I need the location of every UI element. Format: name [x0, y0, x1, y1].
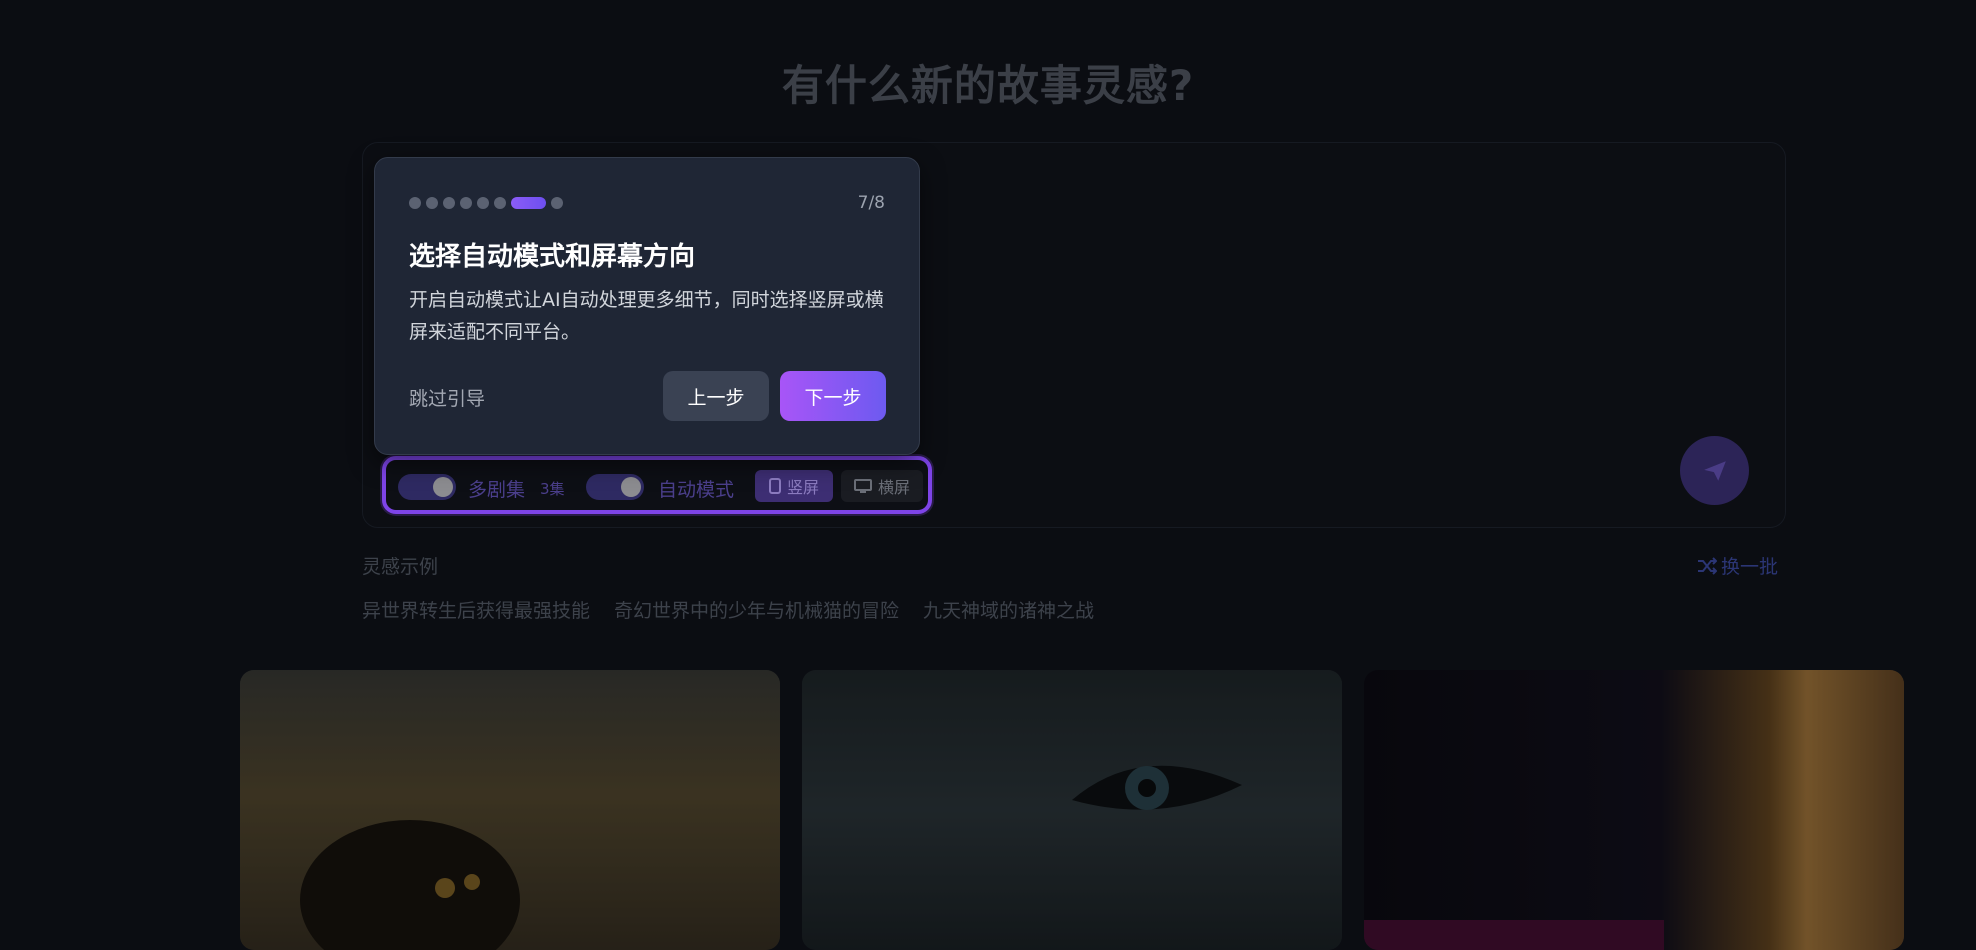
inspiration-examples: 异世界转生后获得最强技能 奇幻世界中的少年与机械猫的冒险 九天神域的诸神之战 [362, 596, 1094, 623]
step-dot [460, 197, 472, 209]
options-row: 多剧集 3集 自动模式 竖屏 横屏 [386, 460, 928, 510]
inspiration-example[interactable]: 奇幻世界中的少年与机械猫的冒险 [614, 596, 899, 623]
story-card[interactable] [1364, 670, 1904, 950]
card-overlay [240, 670, 780, 950]
tour-description: 开启自动模式让AI自动处理更多细节，同时选择竖屏或横屏来适配不同平台。 [409, 289, 884, 343]
episode-count[interactable]: 3集 [540, 478, 565, 499]
step-dot [494, 197, 506, 209]
step-dot [551, 197, 563, 209]
auto-mode-label: 自动模式 [658, 479, 735, 501]
onboarding-popover: 7/8 选择自动模式和屏幕方向 开启自动模式让AI自动处理更多细节，同时选择竖屏… [374, 157, 920, 455]
landscape-label: 横屏 [877, 478, 910, 497]
landscape-button[interactable]: 横屏 [841, 470, 923, 502]
step-dot [443, 197, 455, 209]
step-dot [426, 197, 438, 209]
shuffle-icon [1698, 556, 1717, 575]
inspiration-example[interactable]: 九天神域的诸神之战 [923, 596, 1094, 623]
send-icon [1703, 460, 1726, 481]
step-dot [409, 197, 421, 209]
multi-episode-toggle[interactable] [398, 474, 456, 500]
step-dot-active [511, 197, 546, 209]
skip-tour-link[interactable]: 跳过引导 [409, 384, 485, 411]
card-overlay [1364, 670, 1904, 950]
toggle-knob [621, 477, 641, 497]
shuffle-button[interactable]: 换一批 [1697, 552, 1778, 579]
options-bar-highlight: 多剧集 3集 自动模式 竖屏 横屏 [382, 456, 932, 514]
phone-icon [768, 478, 781, 494]
story-card[interactable] [802, 670, 1342, 950]
step-progress-dots [409, 197, 563, 209]
shuffle-label: 换一批 [1721, 556, 1779, 578]
story-card[interactable] [240, 670, 780, 950]
tour-title: 选择自动模式和屏幕方向 [409, 242, 696, 272]
monitor-icon [853, 478, 872, 493]
send-button[interactable] [1680, 436, 1749, 505]
inspiration-section-label: 灵感示例 [362, 556, 439, 578]
inspiration-example[interactable]: 异世界转生后获得最强技能 [362, 596, 590, 623]
step-dot [477, 197, 489, 209]
page-title: 有什么新的故事灵感? [781, 61, 1195, 110]
portrait-label: 竖屏 [786, 478, 819, 497]
step-counter: 7/8 [857, 193, 885, 213]
portrait-button[interactable]: 竖屏 [755, 470, 833, 502]
toggle-knob [433, 477, 453, 497]
next-step-button[interactable]: 下一步 [780, 371, 886, 421]
auto-mode-toggle[interactable] [586, 474, 644, 500]
prev-step-button[interactable]: 上一步 [663, 371, 769, 421]
card-overlay [802, 670, 1342, 950]
multi-episode-label: 多剧集 [468, 479, 526, 501]
